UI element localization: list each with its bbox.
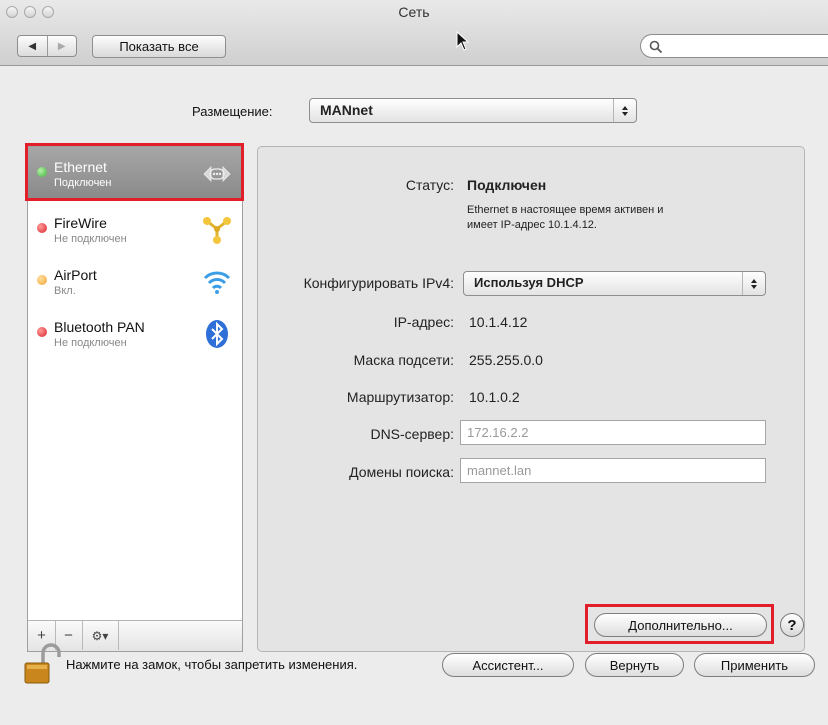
configure-ipv4-label: Конфигурировать IPv4: <box>303 275 454 291</box>
gear-menu-button[interactable]: ⚙▾ <box>82 621 119 650</box>
location-label: Размещение: <box>192 104 273 119</box>
ip-address-value: 10.1.4.12 <box>469 314 528 330</box>
service-status: Не подключен <box>54 337 127 349</box>
router-label: Маршрутизатор: <box>346 389 454 405</box>
dns-server-label: DNS-сервер: <box>370 426 454 442</box>
status-dot-orange <box>37 275 47 285</box>
configure-ipv4-select[interactable]: Используя DHCP <box>463 271 766 296</box>
assistant-button[interactable]: Ассистент... <box>442 653 574 677</box>
wifi-icon <box>203 271 231 294</box>
highlight-box-advanced <box>585 604 774 644</box>
select-arrows-icon <box>742 272 765 295</box>
status-value: Подключен <box>467 177 547 193</box>
revert-button[interactable]: Вернуть <box>585 653 684 677</box>
status-note-line1: Ethernet в настоящее время активен и <box>467 204 664 216</box>
search-domains-field[interactable]: mannet.lan <box>460 458 766 483</box>
mouse-cursor-icon <box>456 31 470 51</box>
service-bluetooth-pan[interactable]: Bluetooth PAN Не подключен <box>28 307 242 359</box>
show-all-button[interactable]: Показать все <box>92 35 226 58</box>
location-select[interactable]: MANnet <box>309 98 637 123</box>
network-preferences-window: Сеть ◀ ▶ Показать все Размещение: MANnet… <box>0 0 828 725</box>
service-status: Вкл. <box>54 285 76 297</box>
status-note-line2: имеет IP-адрес 10.1.4.12. <box>467 219 597 231</box>
configure-ipv4-value: Используя DHCP <box>474 275 584 290</box>
window-title: Сеть <box>398 4 430 20</box>
status-label: Статус: <box>405 177 454 193</box>
subnet-mask-value: 255.255.0.0 <box>469 352 543 368</box>
lock-message: Нажмите на замок, чтобы запретить измене… <box>66 657 358 672</box>
service-name: Bluetooth PAN <box>54 319 145 335</box>
bluetooth-icon <box>206 320 228 348</box>
firewire-icon <box>203 217 231 244</box>
forward-button[interactable]: ▶ <box>46 36 77 56</box>
select-arrows-icon <box>613 99 636 122</box>
service-list: Ethernet Подключен FireWire Не подключен… <box>27 146 243 652</box>
service-details-panel: Статус: Подключен Ethernet в настоящее в… <box>257 146 805 652</box>
back-button[interactable]: ◀ <box>18 36 47 56</box>
service-status: Не подключен <box>54 233 127 245</box>
status-dot-red <box>37 327 47 337</box>
service-name: FireWire <box>54 215 107 231</box>
search-field[interactable] <box>640 34 828 58</box>
search-domains-label: Домены поиска: <box>349 464 454 480</box>
highlight-box-ethernet <box>25 143 244 201</box>
nav-segment: ◀ ▶ <box>17 35 77 57</box>
status-dot-red <box>37 223 47 233</box>
location-value: MANnet <box>320 102 373 118</box>
lock-icon[interactable] <box>23 643 61 687</box>
subnet-mask-label: Маска подсети: <box>353 352 454 368</box>
service-firewire[interactable]: FireWire Не подключен <box>28 203 242 255</box>
title-bar: Сеть ◀ ▶ Показать все <box>0 0 828 66</box>
help-button[interactable]: ? <box>780 613 804 637</box>
router-value: 10.1.0.2 <box>469 389 520 405</box>
service-name: AirPort <box>54 267 97 283</box>
ip-address-label: IP-адрес: <box>393 314 454 330</box>
service-airport[interactable]: AirPort Вкл. <box>28 255 242 307</box>
apply-button[interactable]: Применить <box>694 653 815 677</box>
search-icon <box>649 40 663 54</box>
dns-server-field[interactable]: 172.16.2.2 <box>460 420 766 445</box>
